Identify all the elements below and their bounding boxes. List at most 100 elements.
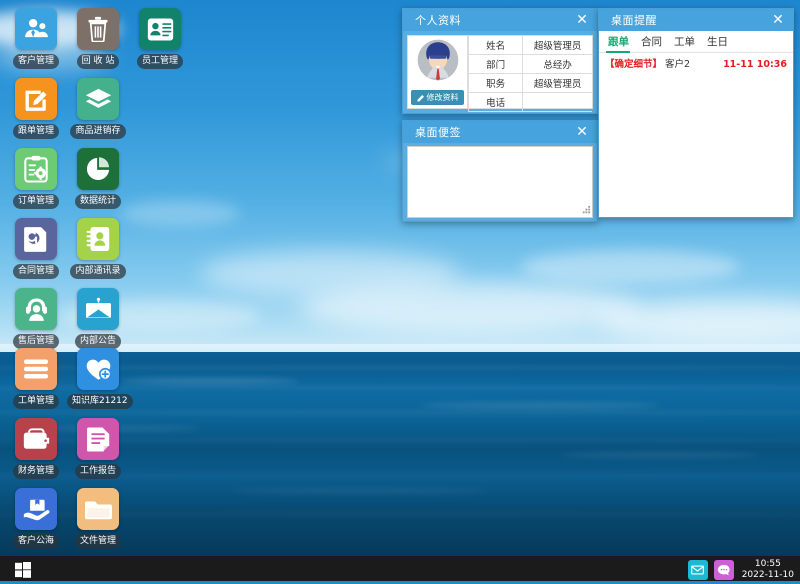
desktop-icon-grid: 客户管理 回 收 站 员工管理跟单管理商品进销存订单管理 数据统计合同管理内部通讯录售… bbox=[0, 0, 200, 556]
desktop-icon-folder[interactable]: 文件管理 bbox=[67, 488, 129, 549]
clock-time: 10:55 bbox=[742, 559, 794, 570]
clipboard-gear-icon bbox=[15, 148, 57, 190]
desktop-icon-label: 内部公告 bbox=[75, 334, 121, 349]
clock-date: 2022-11-10 bbox=[742, 570, 794, 581]
taskbar: 10:55 2022-11-10 bbox=[0, 556, 800, 584]
desktop-icon-label: 客户管理 bbox=[13, 54, 59, 69]
headset-agent-icon bbox=[15, 288, 57, 330]
profile-row: 部门总经办 bbox=[469, 55, 593, 74]
clock[interactable]: 10:55 2022-11-10 bbox=[740, 559, 794, 581]
profile-window[interactable]: 个人资料 ✕ 修改资料 姓名超级管理员部门总经办职务超级管理员电话 bbox=[402, 8, 598, 114]
desktop-icon-label: 员工管理 bbox=[137, 54, 183, 69]
report-doc-icon bbox=[77, 418, 119, 460]
profile-row-value bbox=[523, 93, 592, 112]
address-book-icon bbox=[77, 218, 119, 260]
reminder-tab-3[interactable]: 生日 bbox=[704, 34, 737, 52]
desktop-icon-label: 工单管理 bbox=[13, 394, 59, 409]
customers-icon bbox=[15, 8, 57, 50]
knowledge-heart-icon bbox=[77, 348, 119, 390]
desktop-icon-label: 知识库21212 bbox=[67, 394, 133, 409]
windows-logo-icon bbox=[15, 562, 31, 578]
profile-row-value: 超级管理员 bbox=[523, 74, 592, 93]
desktop-icon-edit-pencil[interactable]: 跟单管理 bbox=[5, 78, 67, 139]
mail-icon[interactable] bbox=[688, 560, 708, 580]
edit-icon bbox=[417, 94, 425, 102]
profile-window-title: 个人资料 bbox=[415, 12, 573, 28]
desktop-icon-report-doc[interactable]: 工作报告 bbox=[67, 418, 129, 479]
reminder-item[interactable]: 【确定细节】客户2 11-11 10:36 bbox=[605, 58, 787, 72]
notes-window-titlebar: 桌面便签 ✕ bbox=[403, 121, 597, 143]
desktop-icon-address-book[interactable]: 内部通讯录 bbox=[67, 218, 129, 279]
desktop-icon-wallet[interactable]: 财务管理 bbox=[5, 418, 67, 479]
close-icon[interactable]: ✕ bbox=[769, 11, 787, 29]
profile-row: 电话 bbox=[469, 93, 593, 112]
close-icon[interactable]: ✕ bbox=[573, 11, 591, 29]
desktop-icon-headset-agent[interactable]: 售后管理 bbox=[5, 288, 67, 349]
desktop-icon-knowledge-heart[interactable]: 知识库21212 bbox=[67, 348, 129, 409]
desktop-icon-label: 工作报告 bbox=[75, 464, 121, 479]
contract-seal-icon bbox=[15, 218, 57, 260]
folder-icon bbox=[77, 488, 119, 530]
chat-glyph-icon bbox=[717, 564, 731, 576]
reminder-window-title: 桌面提醒 bbox=[611, 12, 769, 28]
profile-row: 姓名超级管理员 bbox=[469, 36, 593, 55]
reminder-tab-1[interactable]: 合同 bbox=[638, 34, 671, 52]
desktop-icon-announcement-board[interactable]: 内部公告 bbox=[67, 288, 129, 349]
worklist-lines-icon bbox=[15, 348, 57, 390]
reminder-window-titlebar: 桌面提醒 ✕ bbox=[599, 9, 793, 31]
profile-table: 姓名超级管理员部门总经办职务超级管理员电话 bbox=[468, 36, 592, 112]
desktop-icon-label: 合同管理 bbox=[13, 264, 59, 279]
desktop-icon-customers[interactable]: 客户管理 bbox=[5, 8, 67, 69]
edit-profile-button[interactable]: 修改资料 bbox=[411, 90, 464, 105]
cloud bbox=[520, 250, 740, 284]
announcement-board-icon bbox=[77, 288, 119, 330]
desktop-icon-label: 订单管理 bbox=[13, 194, 59, 209]
reminder-tab-0[interactable]: 跟单 bbox=[605, 34, 638, 52]
edit-pencil-icon bbox=[15, 78, 57, 120]
desktop-icon-label: 客户公海 bbox=[13, 534, 59, 549]
desktop-icon-label: 数据统计 bbox=[75, 194, 121, 209]
desktop-icon-label: 回 收 站 bbox=[77, 54, 120, 69]
desktop-icon-layers[interactable]: 商品进销存 bbox=[67, 78, 129, 139]
reminder-item-tag: 【确定细节】 bbox=[605, 58, 662, 72]
reminder-window[interactable]: 桌面提醒 ✕ 跟单合同工单生日 【确定细节】客户2 11-11 10:36 bbox=[598, 8, 794, 218]
desktop-icon-label: 财务管理 bbox=[13, 464, 59, 479]
reminder-item-time: 11-11 10:36 bbox=[723, 58, 787, 72]
system-tray: 10:55 2022-11-10 bbox=[688, 559, 800, 581]
notes-textarea[interactable] bbox=[408, 147, 592, 217]
avatar bbox=[417, 39, 459, 81]
desktop-icon-clipboard-gear[interactable]: 订单管理 bbox=[5, 148, 67, 209]
reminder-list: 【确定细节】客户2 11-11 10:36 bbox=[599, 53, 793, 72]
notes-window[interactable]: 桌面便签 ✕ bbox=[402, 120, 598, 222]
profile-row-key: 电话 bbox=[469, 93, 523, 112]
reminder-tab-2[interactable]: 工单 bbox=[671, 34, 704, 52]
wallet-icon bbox=[15, 418, 57, 460]
profile-row-key: 职务 bbox=[469, 74, 523, 93]
desktop-icon-recycle-bin[interactable]: 回 收 站 bbox=[67, 8, 129, 69]
profile-row-key: 姓名 bbox=[469, 36, 523, 55]
desktop-icon-label: 内部通讯录 bbox=[70, 264, 125, 279]
profile-avatar-area: 修改资料 bbox=[408, 36, 468, 108]
mail-glyph-icon bbox=[691, 565, 704, 575]
close-icon[interactable]: ✕ bbox=[573, 123, 591, 141]
desktop-icon-label: 商品进销存 bbox=[70, 124, 125, 139]
desktop-icon-label: 文件管理 bbox=[75, 534, 121, 549]
start-button[interactable] bbox=[0, 556, 46, 584]
notes-window-title: 桌面便签 bbox=[415, 124, 573, 140]
customer-pool-icon bbox=[15, 488, 57, 530]
desktop-icon-customer-pool[interactable]: 客户公海 bbox=[5, 488, 67, 549]
profile-row: 职务超级管理员 bbox=[469, 74, 593, 93]
notes-area bbox=[407, 146, 593, 218]
desktop-icon-contract-seal[interactable]: 合同管理 bbox=[5, 218, 67, 279]
desktop-icon-label: 跟单管理 bbox=[13, 124, 59, 139]
layers-icon bbox=[77, 78, 119, 120]
profile-row-key: 部门 bbox=[469, 55, 523, 74]
desktop-icon-employee-card[interactable]: 员工管理 bbox=[129, 8, 191, 69]
desktop-icon-pie-chart[interactable]: 数据统计 bbox=[67, 148, 129, 209]
desktop-icon-worklist-lines[interactable]: 工单管理 bbox=[5, 348, 67, 409]
profile-window-titlebar: 个人资料 ✕ bbox=[403, 9, 597, 31]
chat-icon[interactable] bbox=[714, 560, 734, 580]
reminder-item-name: 客户2 bbox=[665, 58, 690, 72]
cloud bbox=[300, 282, 640, 334]
pie-chart-icon bbox=[77, 148, 119, 190]
